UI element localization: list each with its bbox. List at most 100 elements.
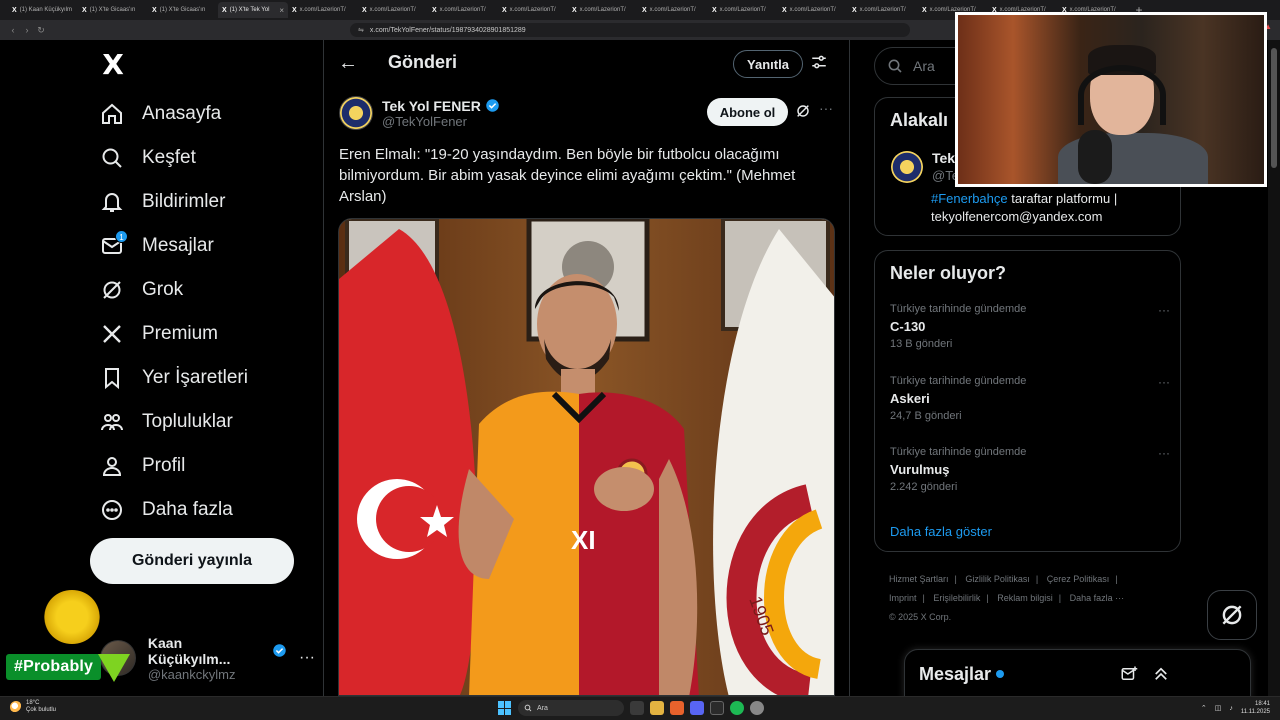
- footer-link[interactable]: Imprint: [889, 593, 917, 603]
- post-text: Eren Elmalı: "19-20 yaşındaydım. Ben böy…: [339, 146, 796, 205]
- footer-link[interactable]: Daha fazla ···: [1070, 593, 1125, 603]
- main-column: ← Gönderi Yanıtla Tek Yol FENER @TekYolF…: [323, 40, 850, 696]
- reload-icon[interactable]: ↻: [34, 25, 48, 36]
- nav-item-notifications[interactable]: Bildirimler: [100, 180, 248, 224]
- page-scrollbar[interactable]: [1268, 40, 1280, 696]
- weather-widget[interactable]: 18°C Çok bulutlu: [10, 700, 56, 714]
- headset-icon: [1078, 65, 1166, 125]
- file-explorer-icon[interactable]: [650, 701, 664, 715]
- nav-item-home[interactable]: Anasayfa: [100, 92, 248, 136]
- brave-browser-icon[interactable]: [670, 701, 684, 715]
- nav-item-profile[interactable]: Profil: [100, 444, 248, 488]
- footer-link[interactable]: Erişilebilirlik: [933, 593, 980, 603]
- scrollbar-thumb[interactable]: [1271, 48, 1277, 168]
- compose-message-icon[interactable]: [1120, 665, 1138, 683]
- primary-nav: Anasayfa Keşfet Bildirimler 1 Mesajlar G…: [100, 92, 248, 532]
- grok-icon[interactable]: [795, 103, 811, 119]
- site-info-icon[interactable]: ⇋: [358, 26, 364, 34]
- browser-tab[interactable]: Xx.com/LazerionT/: [358, 2, 428, 18]
- post-image[interactable]: 1905 XI: [338, 218, 835, 696]
- post-header: ← Gönderi Yanıtla: [324, 40, 849, 86]
- browser-tab[interactable]: Xx.com/LazerionT/: [638, 2, 708, 18]
- account-switcher[interactable]: Kaan Küçükyılm... @kaankckylmz ···: [100, 634, 315, 682]
- browser-tab[interactable]: Xx.com/LazerionT/: [848, 2, 918, 18]
- related-name[interactable]: Tek: [932, 150, 955, 166]
- trend-item[interactable]: Türkiye tarihinde gündemde C-130 13 B gö…: [890, 303, 1170, 350]
- spotify-icon[interactable]: [730, 701, 744, 715]
- system-tray: ⌃ ◫ ♪ 18:41 11.11.2025: [1201, 700, 1270, 716]
- browser-tab[interactable]: Xx.com/LazerionT/: [288, 2, 358, 18]
- windows-start-icon[interactable]: [498, 701, 512, 715]
- trend-item[interactable]: Türkiye tarihinde gündemde Askeri 24,7 B…: [890, 375, 1170, 422]
- trend-item[interactable]: Türkiye tarihinde gündemde Vurulmuş 2.24…: [890, 446, 1170, 493]
- nav-item-communities[interactable]: Topluluklar: [100, 400, 248, 444]
- x-favicon-icon: X: [852, 6, 857, 14]
- browser-tab[interactable]: X (1) Kaan Küçükyılm: [8, 2, 78, 18]
- more-icon[interactable]: ···: [1158, 303, 1170, 317]
- footer-link[interactable]: Reklam bilgisi: [997, 593, 1053, 603]
- grok-icon: [100, 278, 124, 302]
- url-text: x.com/TekYolFener/status/198793402890185…: [369, 26, 526, 34]
- author-handle[interactable]: @TekYolFener: [382, 114, 500, 129]
- stream-overlay-blob: [44, 590, 100, 644]
- jersey-text: XI: [571, 525, 596, 555]
- volume-icon[interactable]: ♪: [1229, 705, 1233, 712]
- hashtag-link[interactable]: #Fenerbahçe: [931, 191, 1008, 206]
- close-tab-icon[interactable]: ×: [279, 6, 284, 15]
- browser-tab[interactable]: Xx.com/LazerionT/: [708, 2, 778, 18]
- back-arrow-icon[interactable]: ←: [338, 52, 358, 75]
- taskbar-search[interactable]: Ara: [518, 700, 624, 716]
- post-more-icon[interactable]: ···: [819, 100, 833, 116]
- stream-overlay-tag: #Probably: [6, 654, 102, 680]
- x-favicon-icon: X: [362, 6, 367, 14]
- network-icon[interactable]: ◫: [1215, 704, 1222, 712]
- nav-item-more[interactable]: Daha fazla: [100, 488, 248, 532]
- chevron-up-icon[interactable]: ⌃: [1201, 704, 1207, 712]
- browser-tab[interactable]: Xx.com/LazerionT/: [568, 2, 638, 18]
- obs-icon[interactable]: [750, 701, 764, 715]
- subscribe-button[interactable]: Abone ol: [707, 98, 788, 126]
- url-input[interactable]: ⇋ x.com/TekYolFener/status/1987934028901…: [350, 23, 910, 37]
- post-photo-illustration: 1905 XI: [339, 219, 834, 695]
- trends-title: Neler oluyor?: [890, 263, 1007, 283]
- browser-tab[interactable]: Xx.com/LazerionT/: [498, 2, 568, 18]
- x-logo-icon[interactable]: X: [98, 50, 128, 80]
- more-icon[interactable]: ···: [1158, 446, 1170, 460]
- clock[interactable]: 18:41 11.11.2025: [1241, 700, 1270, 716]
- reply-button[interactable]: Yanıtla: [733, 50, 803, 78]
- related-title: Alakalı: [890, 110, 949, 130]
- browser-tab[interactable]: X (1) X'te Gicaas'ın: [78, 2, 148, 18]
- app-icon[interactable]: [710, 701, 724, 715]
- browser-tab[interactable]: Xx.com/LazerionT/: [428, 2, 498, 18]
- avatar[interactable]: [891, 151, 923, 183]
- author-avatar[interactable]: [339, 96, 373, 130]
- back-icon[interactable]: ‹: [6, 25, 20, 35]
- chevron-up-double-icon[interactable]: [1152, 665, 1170, 683]
- more-icon[interactable]: ···: [299, 649, 315, 667]
- account-name: Kaan Küçükyılm...: [147, 634, 231, 667]
- nav-item-grok[interactable]: Grok: [100, 268, 248, 312]
- filter-icon[interactable]: [810, 53, 828, 71]
- more-icon[interactable]: ···: [1158, 375, 1170, 389]
- discord-icon[interactable]: [690, 701, 704, 715]
- footer-link[interactable]: Gizlilik Politikası: [965, 574, 1030, 584]
- browser-tab[interactable]: X (1) X'te Gicaas'ın: [148, 2, 218, 18]
- nav-item-bookmarks[interactable]: Yer İşaretleri: [100, 356, 248, 400]
- task-view-icon[interactable]: [630, 701, 644, 715]
- messages-drawer[interactable]: Mesajlar: [904, 649, 1251, 699]
- grok-floating-button[interactable]: [1207, 590, 1257, 640]
- search-icon: [524, 704, 532, 712]
- footer-link[interactable]: Çerez Politikası: [1047, 574, 1110, 584]
- verified-badge-icon: [486, 99, 499, 112]
- browser-tab[interactable]: Xx.com/LazerionT/: [778, 2, 848, 18]
- nav-item-explore[interactable]: Keşfet: [100, 136, 248, 180]
- post-button[interactable]: Gönderi yayınla: [90, 538, 294, 584]
- footer-link[interactable]: Hizmet Şartları: [889, 574, 949, 584]
- show-more-link[interactable]: Daha fazla göster: [890, 524, 992, 539]
- nav-item-messages[interactable]: 1 Mesajlar: [100, 224, 248, 268]
- author-name[interactable]: Tek Yol FENER: [382, 98, 481, 114]
- nav-item-premium[interactable]: Premium: [100, 312, 248, 356]
- browser-tab-active[interactable]: X (1) X'te Tek Yol ×: [218, 2, 288, 18]
- forward-icon[interactable]: ›: [20, 25, 34, 35]
- x-favicon-icon: X: [642, 6, 647, 14]
